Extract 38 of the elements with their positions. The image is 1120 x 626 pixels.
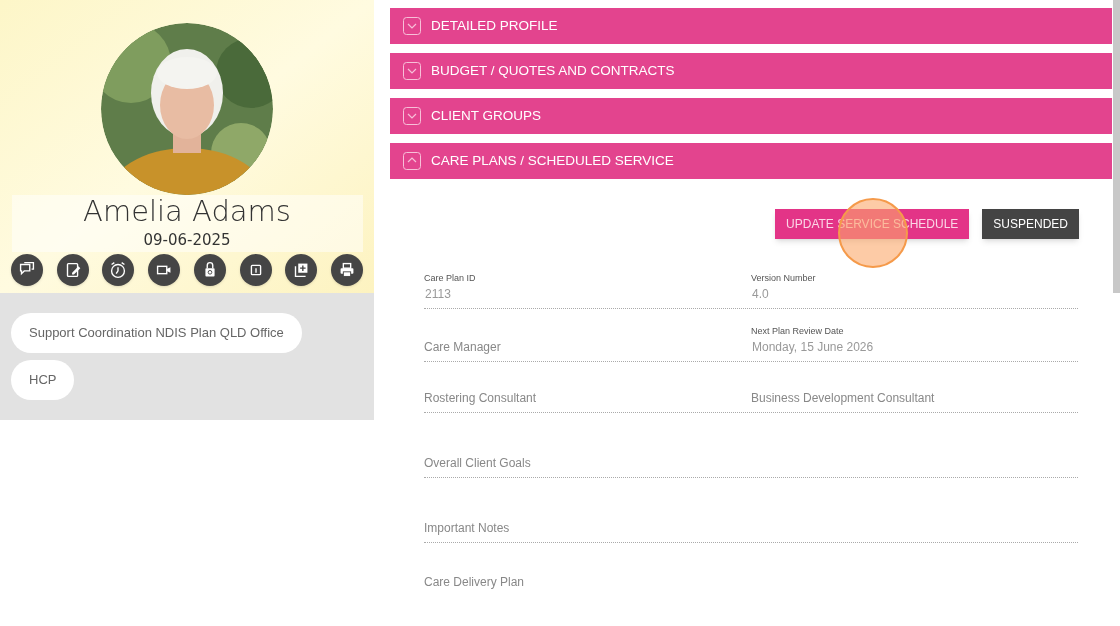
field-label: Version Number xyxy=(751,271,817,285)
chevron-down-icon xyxy=(403,107,421,125)
chat-bubbles-button[interactable] xyxy=(11,253,43,286)
field-label[interactable]: Overall Client Goals xyxy=(424,454,1078,472)
scrollbar[interactable] xyxy=(1113,0,1120,293)
field-value[interactable]: 2113 xyxy=(424,285,751,303)
info-button[interactable] xyxy=(239,253,272,286)
section-header[interactable]: BUDGET / QUOTES AND CONTRACTS xyxy=(390,53,1112,89)
field-label: Next Plan Review Date xyxy=(751,324,845,338)
section-header[interactable]: DETAILED PROFILE xyxy=(390,8,1112,44)
section-title: CLIENT GROUPS xyxy=(431,106,542,125)
group-tag[interactable]: HCP xyxy=(11,360,75,400)
alarm-clock-button[interactable] xyxy=(102,253,135,286)
client-name: Amelia Adams xyxy=(83,195,291,227)
field-label[interactable]: Care Delivery Plan xyxy=(424,573,1078,591)
field-label[interactable]: Care Manager xyxy=(424,338,751,356)
section-title: CARE PLANS / SCHEDULED SERVICE xyxy=(431,151,674,170)
field-label[interactable]: Business Development Consultant xyxy=(751,389,1078,407)
field-label[interactable]: Important Notes xyxy=(424,519,1078,537)
lock-button[interactable] xyxy=(193,253,226,286)
client-date: 09-06-2025 xyxy=(143,230,231,251)
add-copy-button[interactable] xyxy=(285,253,318,286)
video-camera-button[interactable] xyxy=(148,253,181,286)
field-label[interactable]: Rostering Consultant xyxy=(424,389,751,407)
group-tag[interactable]: Support Coordination NDIS Plan QLD Office xyxy=(11,313,302,353)
section-title: DETAILED PROFILE xyxy=(431,16,558,35)
field-label: Care Plan ID xyxy=(424,271,477,285)
section-title: BUDGET / QUOTES AND CONTRACTS xyxy=(431,61,675,80)
notepad-edit-button[interactable] xyxy=(56,253,89,286)
chevron-up-icon xyxy=(403,152,421,170)
field-value[interactable]: Monday, 15 June 2026 xyxy=(751,338,1078,356)
chevron-down-icon xyxy=(403,17,421,35)
field-value[interactable]: 4.0 xyxy=(751,285,1078,303)
chevron-down-icon xyxy=(403,62,421,80)
section-header[interactable]: CARE PLANS / SCHEDULED SERVICE xyxy=(390,143,1112,179)
section-header[interactable]: CLIENT GROUPS xyxy=(390,98,1112,134)
status-button[interactable]: SUSPENDED xyxy=(982,209,1079,239)
printer-button[interactable] xyxy=(330,253,363,286)
